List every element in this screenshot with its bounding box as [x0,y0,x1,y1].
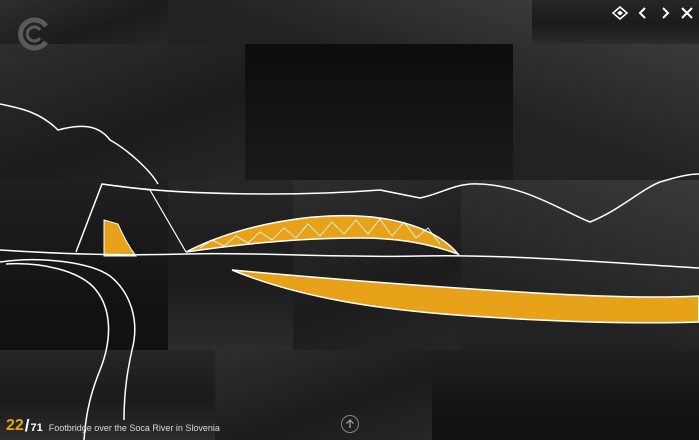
tent-outline [75,173,699,253]
close-button[interactable] [677,4,697,22]
river-shape [231,269,699,324]
bridge-truss [185,215,461,256]
close-icon [681,7,693,19]
footbridge-line-drawing [0,103,699,440]
slide-title: Footbridge over the Soca River in Sloven… [48,423,220,433]
chevron-right-icon [662,7,670,19]
fullscreen-button[interactable] [610,4,630,22]
pier-shape [103,219,137,257]
scroll-up-button[interactable] [341,415,359,433]
next-button[interactable] [655,4,675,22]
path-line-outer [0,258,136,421]
brand-logo [16,16,52,52]
ridge-line [0,103,159,185]
slide-current-number: 22 [6,417,24,434]
fullscreen-icon [611,6,629,20]
slide-separator: / [24,416,30,435]
path-line-inner [5,262,110,440]
arrow-up-icon [346,419,354,428]
slide-total-number: 71 [30,422,43,434]
prev-button[interactable] [633,4,653,22]
chevron-left-icon [638,7,646,19]
slide-caption: 22 / 71 Footbridge over the Soca River i… [6,416,220,435]
